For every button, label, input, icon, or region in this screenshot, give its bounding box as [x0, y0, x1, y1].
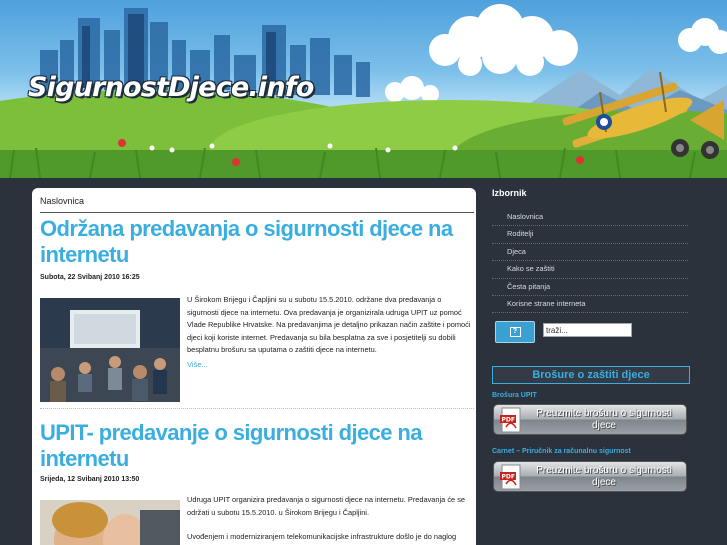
lecture-photo [40, 298, 180, 402]
menu-item-kako-se-zastiti[interactable]: Kako se zaštiti [492, 261, 688, 279]
post-divider [40, 408, 474, 409]
post-body-text: Udruga UPIT organizira predavanja o sigu… [187, 495, 465, 517]
download-brochure-text: Preuzmite brošuru o sigurnosti djece [536, 465, 672, 488]
header-banner: SigurnostDjece.info [0, 0, 727, 178]
pdf-icon: PDF [500, 464, 521, 490]
download-brochure-button[interactable]: PDF Preuzmite brošuru o sigurnosti djece [493, 404, 687, 435]
breadcrumb[interactable]: Naslovnica [40, 196, 474, 213]
post-body-text: U Širokom Brijegu i Čapljini su u subotu… [187, 295, 471, 354]
menu-title: Izbornik [492, 188, 527, 198]
children-photo [40, 500, 180, 545]
post-body-text: Uvođenjem i moderniziranjem telekomunika… [187, 532, 467, 545]
pdf-icon-label: PDF [502, 474, 515, 481]
pdf-icon-label: PDF [502, 417, 515, 424]
brochure-label[interactable]: Carnet – Priručnik za računalnu sigurnos… [492, 448, 631, 455]
post-title[interactable]: Održana predavanja o sigurnosti djece na… [40, 216, 470, 268]
download-brochure-text: Preuzmite brošuru o sigurnosti djece [536, 408, 672, 431]
brochure-label[interactable]: Brošura UPIT [492, 392, 537, 399]
download-brochure-button[interactable]: PDF Preuzmite brošuru o sigurnosti djece [493, 461, 687, 492]
page-body: Naslovnica Održana predavanja o sigurnos… [22, 178, 705, 545]
menu-item-roditelji[interactable]: Roditelji [492, 226, 688, 244]
children-photo-graphic [40, 500, 180, 545]
read-more-link[interactable]: Više... [187, 360, 208, 369]
post-date: Srijeda, 12 Svibanj 2010 13:50 [40, 476, 140, 483]
menu-item-djeca[interactable]: Djeca [492, 244, 688, 262]
main-menu: Naslovnica Roditelji Djeca Kako se zašti… [492, 209, 688, 314]
menu-item-naslovnica[interactable]: Naslovnica [492, 209, 688, 227]
pdf-icon: PDF [500, 407, 521, 433]
main-content: Naslovnica Održana predavanja o sigurnos… [32, 188, 476, 545]
post-title[interactable]: UPIT- predavanje o sigurnosti djece na i… [40, 420, 470, 472]
brochures-heading: Brošure o zaštiti djece [492, 366, 690, 384]
menu-item-korisne-strane[interactable]: Korisne strane interneta [492, 296, 688, 314]
search-button[interactable]: ? [495, 321, 535, 343]
menu-item-cesta-pitanja[interactable]: Česta pitanja [492, 279, 688, 296]
search-icon: ? [509, 327, 521, 337]
site-logo[interactable]: SigurnostDjece.info [28, 72, 314, 103]
search-input[interactable] [543, 323, 632, 337]
post-date: Subota, 22 Svibanj 2010 16:25 [40, 274, 140, 281]
lecture-photo-graphic [40, 298, 180, 402]
